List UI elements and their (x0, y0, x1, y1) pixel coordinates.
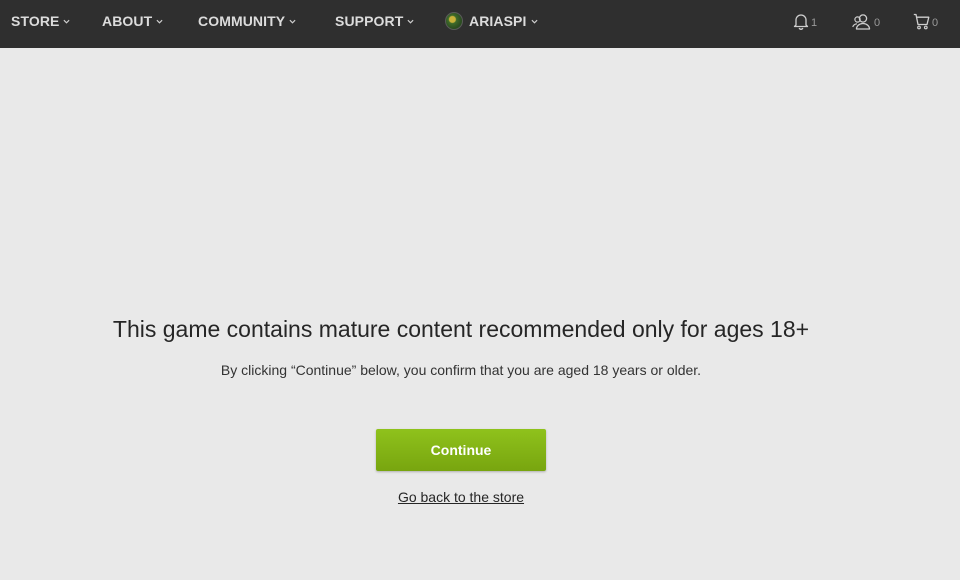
friends-count: 0 (874, 16, 881, 29)
age-confirmation-message: By clicking “Continue” below, you confir… (220, 362, 702, 378)
nav-support-label: SUPPORT (335, 13, 404, 29)
notifications-count: 1 (811, 16, 818, 29)
nav-support-menu[interactable]: SUPPORT (335, 0, 414, 42)
chevron-down-icon (63, 19, 71, 24)
avatar (445, 12, 463, 30)
nav-user-label: ARIASPI (469, 13, 527, 29)
page-title: This game contains mature content recomm… (112, 316, 810, 342)
top-navigation-bar: STORE ABOUT COMMUNITY SUPPORT ARIASPI 1 … (0, 0, 960, 48)
nav-about-label: ABOUT (102, 13, 153, 29)
age-gate-panel: This game contains mature content recomm… (0, 48, 960, 580)
friends-icon (852, 13, 871, 30)
nav-user-menu[interactable]: ARIASPI (445, 0, 538, 42)
nav-store-menu[interactable]: STORE (11, 0, 71, 42)
cart-icon (913, 13, 930, 29)
cart-count: 0 (932, 16, 939, 29)
back-to-store-link[interactable]: Go back to the store (0, 489, 922, 505)
nav-store-label: STORE (11, 13, 60, 29)
chevron-down-icon (289, 19, 296, 24)
nav-community-label: COMMUNITY (198, 13, 286, 29)
cart-button[interactable]: 0 (913, 0, 938, 42)
chevron-down-icon (530, 19, 538, 24)
chevron-down-icon (156, 19, 163, 24)
nav-community-menu[interactable]: COMMUNITY (198, 0, 296, 42)
notifications-button[interactable]: 1 (793, 0, 817, 42)
continue-button[interactable]: Continue (376, 429, 546, 471)
nav-about-menu[interactable]: ABOUT (102, 0, 163, 42)
bell-icon (793, 13, 809, 30)
chevron-down-icon (407, 19, 414, 24)
friends-button[interactable]: 0 (852, 0, 880, 42)
